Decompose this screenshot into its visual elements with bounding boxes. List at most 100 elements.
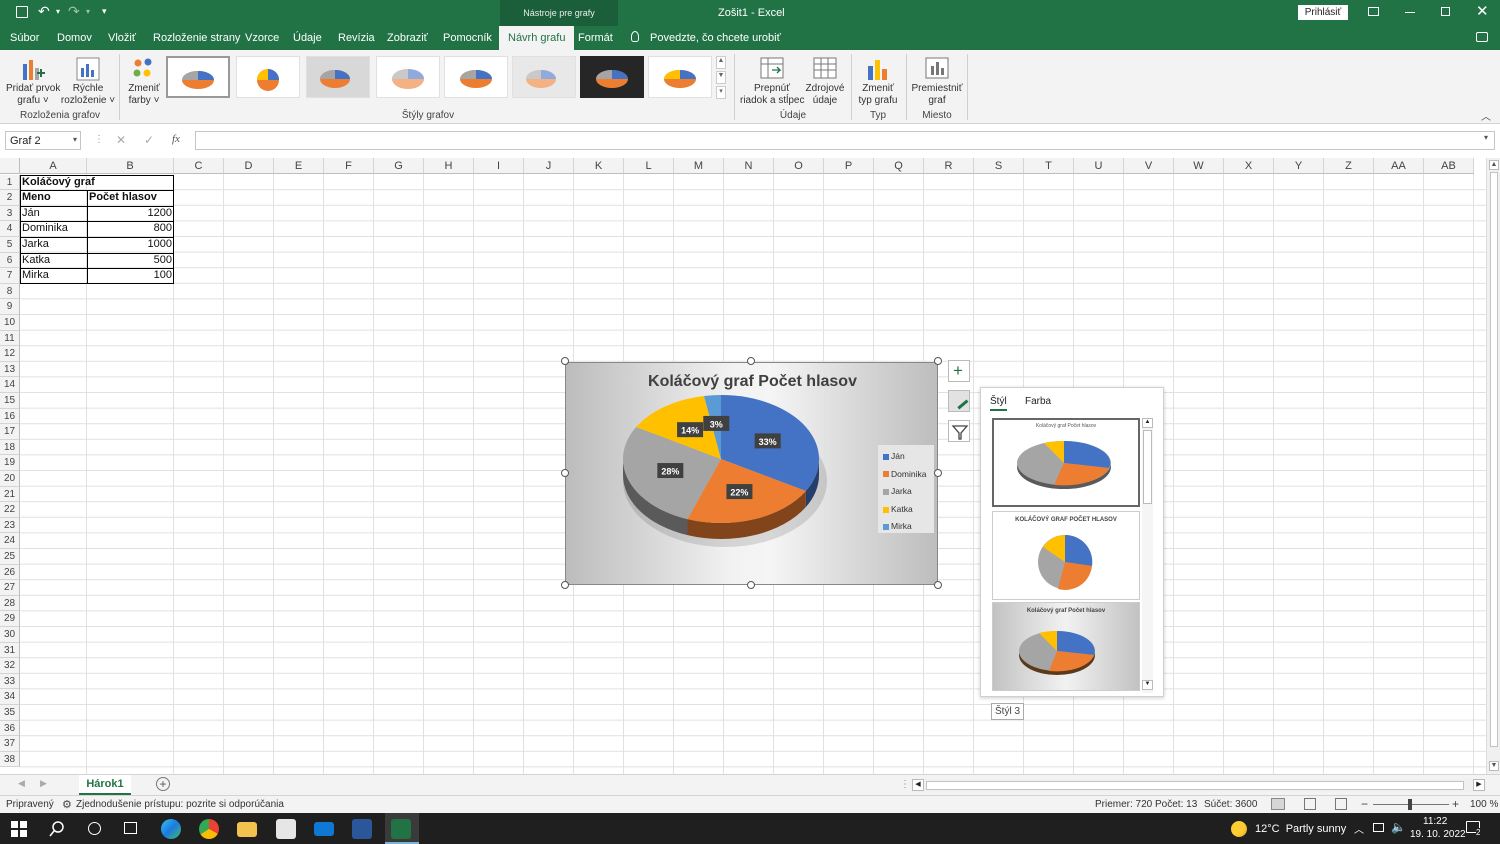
row-header[interactable]: 5 (0, 237, 20, 253)
hscroll-thumb[interactable] (926, 781, 1464, 790)
volume-icon[interactable]: 🔈 (1391, 820, 1406, 834)
task-view-icon[interactable] (124, 822, 137, 834)
row-header[interactable]: 21 (0, 486, 20, 503)
row-header[interactable]: 3 (0, 205, 20, 222)
column-header[interactable]: Q (874, 158, 924, 174)
row-header[interactable]: 9 (0, 299, 20, 315)
page-layout-view-icon[interactable] (1304, 798, 1316, 810)
column-header[interactable]: E (274, 158, 324, 174)
quick-layout-button[interactable]: Rýchle rozloženie ˅ (60, 54, 116, 108)
column-header[interactable]: U (1074, 158, 1124, 174)
switch-row-column-button[interactable]: Prepnúť riadok a stĺpec (740, 54, 804, 108)
column-header[interactable]: T (1024, 158, 1074, 174)
tab-view[interactable]: Zobraziť (387, 26, 428, 50)
tab-format[interactable]: Formát (578, 26, 613, 50)
vertical-scroll-thumb[interactable] (1490, 172, 1498, 747)
weather-text[interactable]: 12°C Partly sunny (1255, 823, 1346, 835)
status-count[interactable]: Počet: 13 (1155, 799, 1197, 810)
cortana-icon[interactable] (88, 822, 101, 835)
row-header[interactable]: 34 (0, 689, 20, 705)
customize-qat-icon[interactable]: ▾ (102, 6, 107, 17)
scroll-down-icon[interactable]: ▼ (1489, 761, 1499, 771)
row-header[interactable]: 23 (0, 517, 20, 534)
sheet-nav-prev-icon[interactable]: ◀ (18, 778, 25, 789)
add-chart-element-button[interactable]: Pridať prvok grafu ˅ (6, 54, 60, 108)
row-header[interactable]: 29 (0, 611, 20, 627)
panel-scrollbar[interactable]: ▲ ▼ (1142, 418, 1153, 693)
column-header[interactable]: A (20, 158, 87, 174)
name-box[interactable]: Graf 2 ▾ (5, 131, 81, 150)
windows-start-icon[interactable] (11, 821, 27, 837)
sheet-nav-next-icon[interactable]: ▶ (40, 778, 47, 789)
comments-icon[interactable] (1476, 32, 1488, 42)
name-box-dropdown-icon[interactable]: ▾ (73, 135, 77, 144)
hscroll-right-icon[interactable]: ▶ (1473, 779, 1485, 791)
cell-b7[interactable]: 100 (87, 268, 174, 284)
row-header[interactable]: 30 (0, 627, 20, 643)
chart-styles-button[interactable] (948, 390, 970, 412)
legend-entry[interactable]: Jarka (883, 486, 912, 497)
column-header[interactable]: Z (1324, 158, 1374, 174)
row-header[interactable]: 22 (0, 502, 20, 518)
chart-style-7[interactable] (580, 56, 644, 98)
select-data-button[interactable]: Zdrojové údaje (804, 54, 846, 108)
resize-handle-sw[interactable] (561, 581, 569, 589)
cell-a4[interactable]: Dominika (20, 221, 70, 237)
sheet-tabs-split-icon[interactable]: ⋮ (900, 779, 910, 790)
collapse-ribbon-icon[interactable]: ︿ (1481, 108, 1491, 123)
column-header[interactable]: N (724, 158, 774, 174)
chart-legend[interactable]: Ján Dominika Jarka Katka Mirka (878, 445, 934, 533)
cell-b3[interactable]: 1200 (87, 206, 174, 222)
row-header[interactable]: 38 (0, 751, 20, 768)
tab-formulas[interactable]: Vzorce (245, 26, 279, 50)
row-header[interactable]: 19 (0, 455, 20, 471)
legend-entry[interactable]: Ján (883, 451, 905, 462)
style-option-1[interactable]: Koláčový graf Počet hlasov (992, 418, 1140, 507)
cell-a2[interactable]: Meno (20, 190, 53, 206)
cell-a6[interactable]: Katka (20, 253, 52, 269)
minimize-icon[interactable] (1405, 12, 1415, 13)
styles-scroll-up-icon[interactable]: ▲ (716, 56, 726, 69)
status-sum[interactable]: Súčet: 3600 (1204, 799, 1257, 810)
network-icon[interactable] (1373, 823, 1384, 832)
row-header[interactable]: 1 (0, 174, 20, 191)
cell-a7[interactable]: Mirka (20, 268, 51, 284)
tray-chevron-icon[interactable]: ︿ (1354, 821, 1364, 836)
page-break-view-icon[interactable] (1335, 798, 1347, 810)
column-header[interactable]: X (1224, 158, 1274, 174)
cell-b4[interactable]: 800 (87, 221, 174, 237)
column-header[interactable]: P (824, 158, 874, 174)
tell-me-search[interactable]: Povedzte, čo chcete urobiť (650, 26, 781, 50)
column-header[interactable]: B (87, 158, 174, 174)
undo-icon[interactable]: ↶ (38, 3, 50, 20)
column-header[interactable]: G (374, 158, 424, 174)
tab-help[interactable]: Pomocník (443, 26, 492, 50)
undo-dropdown-icon[interactable]: ▾ (56, 7, 60, 16)
row-header[interactable]: 37 (0, 736, 20, 752)
row-header[interactable]: 20 (0, 471, 20, 487)
row-header[interactable]: 25 (0, 549, 20, 565)
resize-handle-w[interactable] (561, 469, 569, 477)
panel-scroll-down-icon[interactable]: ▼ (1142, 680, 1153, 690)
expand-formula-icon[interactable]: ▾ (1484, 133, 1488, 142)
accessibility-status[interactable]: Zjednodušenie prístupu: pozrite si odpor… (76, 799, 284, 810)
column-header[interactable]: AA (1374, 158, 1424, 174)
column-header[interactable]: S (974, 158, 1024, 174)
styles-more-icon[interactable]: ▾ (716, 86, 726, 99)
hscroll-left-icon[interactable]: ◀ (912, 779, 924, 791)
redo-icon[interactable]: ↷ (68, 3, 80, 20)
change-chart-type-button[interactable]: Zmeniť typ grafu (854, 54, 902, 108)
cancel-icon[interactable]: ✕ (116, 133, 126, 147)
tab-insert[interactable]: Vložiť (108, 26, 136, 50)
change-colors-button[interactable]: Zmeniť farby ˅ (122, 54, 166, 108)
row-header[interactable]: 15 (0, 393, 20, 409)
sheet-tab-harok1[interactable]: Hárok1 (79, 775, 131, 795)
pie-data-label[interactable]: 33% (754, 433, 781, 449)
word-icon[interactable] (352, 819, 372, 839)
clock-date[interactable]: 19. 10. 2022 (1410, 829, 1466, 840)
zoom-level[interactable]: 100 % (1470, 799, 1498, 810)
column-header[interactable]: R (924, 158, 974, 174)
row-header[interactable]: 12 (0, 346, 20, 362)
row-header[interactable]: 32 (0, 658, 20, 674)
row-header[interactable]: 26 (0, 564, 20, 581)
